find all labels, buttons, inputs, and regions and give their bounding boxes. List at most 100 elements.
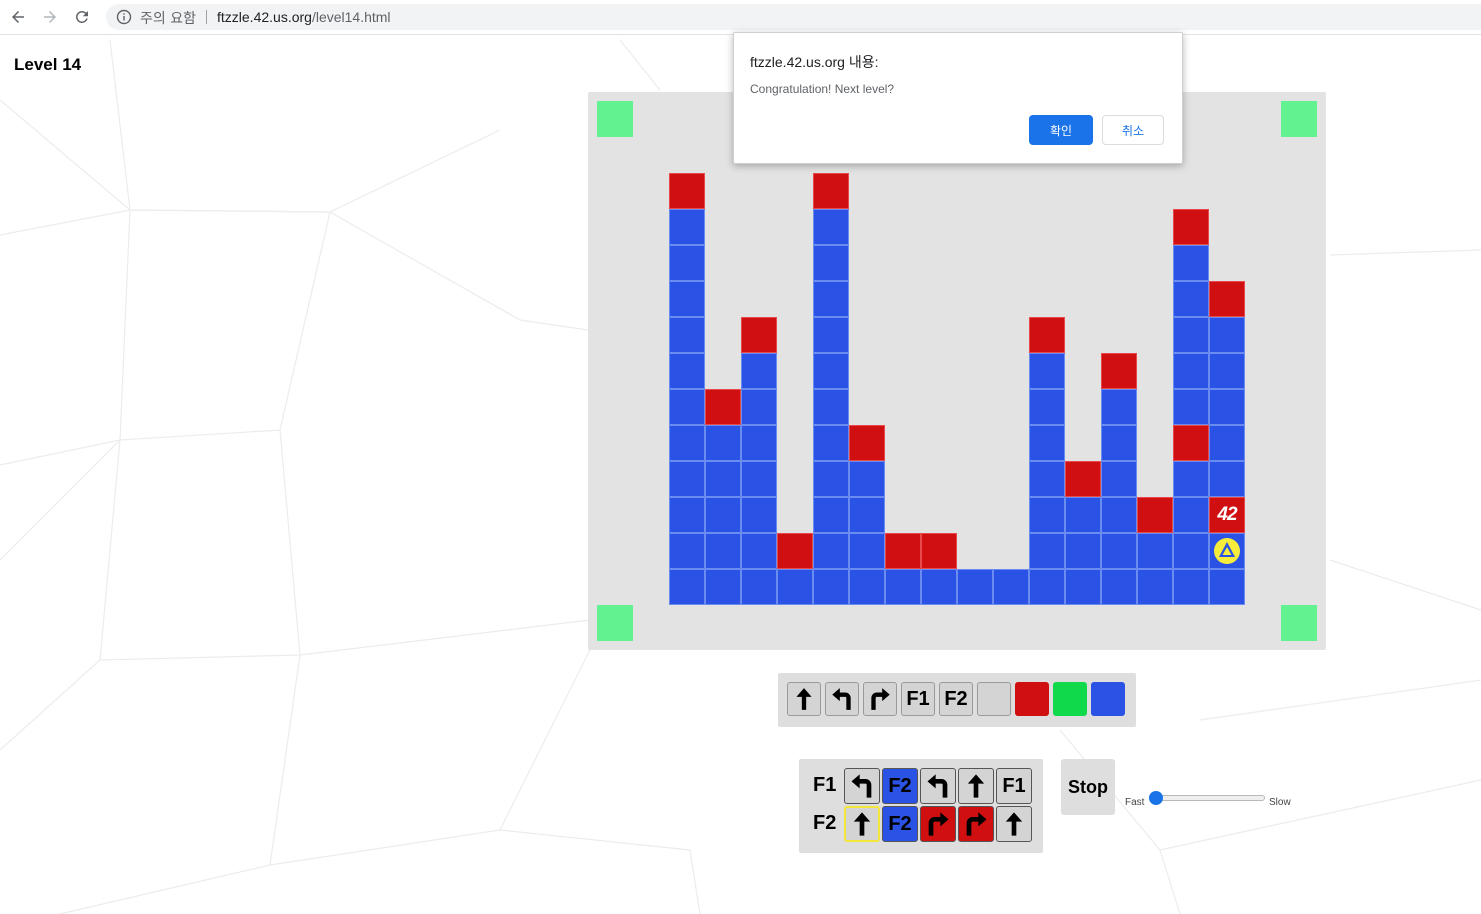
board-tile-empty: [885, 317, 921, 353]
board-tile-empty: [993, 317, 1029, 353]
board-tile-empty: [993, 389, 1029, 425]
alert-dialog: ftzzle.42.us.org 내용: Congratulation! Nex…: [733, 32, 1183, 164]
board-tile-empty: [993, 209, 1029, 245]
address-bar[interactable]: 주의 요함 ftzzle.42.us.org/level14.html: [106, 4, 1481, 30]
back-button[interactable]: [7, 6, 29, 28]
board-tile-empty: [921, 173, 957, 209]
board-tile-blue: [1209, 353, 1245, 389]
board-tile-empty: [885, 389, 921, 425]
board-tile-blue: [741, 533, 777, 569]
palette-f2-button[interactable]: F2: [939, 682, 973, 716]
board-tile-blue: [1173, 497, 1209, 533]
board-tile-empty: [1101, 281, 1137, 317]
board-tile-empty: [1137, 389, 1173, 425]
cancel-button[interactable]: 취소: [1102, 115, 1164, 145]
board-tile-blue: [741, 569, 777, 605]
program-slot-f1-2[interactable]: F2: [882, 768, 918, 804]
board-tile-empty: [993, 173, 1029, 209]
omnibox-divider: [206, 10, 207, 24]
board-tile-empty: [957, 281, 993, 317]
board-tile-empty: [993, 497, 1029, 533]
security-label: 주의 요함: [140, 11, 196, 27]
program-slot-f1-5[interactable]: F1: [996, 768, 1032, 804]
board-tile-blue: [741, 425, 777, 461]
ok-button[interactable]: 확인: [1029, 115, 1093, 145]
palette-arrow-up-button[interactable]: [787, 682, 821, 716]
board-tile-empty: [1065, 425, 1101, 461]
board-tile-empty: [885, 425, 921, 461]
board-tile-empty: [777, 209, 813, 245]
board-tile-empty: [777, 497, 813, 533]
program-slot-f2-2[interactable]: F2: [882, 806, 918, 842]
board-tile-empty: [1101, 173, 1137, 209]
board-tile-empty: [957, 317, 993, 353]
palette-turn-left-button[interactable]: [825, 682, 859, 716]
stop-button[interactable]: Stop: [1061, 759, 1115, 815]
board-tile-blue: [1173, 317, 1209, 353]
palette-color-green-button[interactable]: [1053, 682, 1087, 716]
board-tile-empty: [705, 245, 741, 281]
board-tile-red: [669, 173, 705, 209]
board-tile-empty: [885, 173, 921, 209]
board-tile-blue: [849, 497, 885, 533]
program-slot-f2-1[interactable]: [844, 806, 880, 842]
board-tile-empty: [1029, 281, 1065, 317]
board-tile-empty: [921, 389, 957, 425]
board-tile-empty: [1137, 245, 1173, 281]
program-slot-f1-4[interactable]: [958, 768, 994, 804]
board-tile-blue: [1101, 533, 1137, 569]
program-slot-f1-3[interactable]: [920, 768, 956, 804]
program-slot-f2-4[interactable]: [958, 806, 994, 842]
board-tile-blue: [1137, 533, 1173, 569]
speed-slow-label: Slow: [1269, 797, 1291, 808]
board-tile-empty: [921, 497, 957, 533]
board-tile-empty: [741, 281, 777, 317]
board-tile-blue: [813, 461, 849, 497]
speed-slider[interactable]: [1155, 795, 1265, 801]
logo-42: 42: [1217, 504, 1237, 525]
board-tile-empty: [1137, 461, 1173, 497]
board-tile-empty: [921, 461, 957, 497]
board-tile-blue: [885, 569, 921, 605]
board-tile-blue: [813, 533, 849, 569]
reload-button[interactable]: [71, 6, 93, 28]
board-tile-empty: [921, 425, 957, 461]
board-tile-blue: [1029, 533, 1065, 569]
board-tile-red: [1173, 425, 1209, 461]
url-host: ftzzle.42.us.org: [217, 9, 312, 25]
board-tile-blue: [669, 461, 705, 497]
board-tile-blue: [1065, 497, 1101, 533]
program-slot-f2-3[interactable]: [920, 806, 956, 842]
corner-marker-top-left: [597, 101, 633, 137]
board-tile-blue: [741, 461, 777, 497]
board-tile-empty: [705, 281, 741, 317]
board-tile-empty: [777, 317, 813, 353]
arrow-up-icon: [848, 810, 876, 838]
board-tile-empty: [777, 281, 813, 317]
command-palette: F1 F2: [778, 673, 1136, 727]
board-tile-empty: [1029, 245, 1065, 281]
palette-color-red-button[interactable]: [1015, 682, 1049, 716]
board-tile-blue: [669, 533, 705, 569]
board-tile-empty: [993, 533, 1029, 569]
board-tile-red: [741, 317, 777, 353]
turn-right-icon: [924, 810, 952, 838]
board-tile-empty: [1065, 173, 1101, 209]
board-tile-empty: [741, 245, 777, 281]
url-text[interactable]: ftzzle.42.us.org/level14.html: [217, 9, 391, 25]
program-slot-f1-1[interactable]: [844, 768, 880, 804]
speed-slider-thumb[interactable]: [1149, 791, 1163, 805]
board-tile-empty: [777, 389, 813, 425]
info-icon[interactable]: [116, 9, 132, 25]
board-tile-empty: [849, 353, 885, 389]
forward-button[interactable]: [39, 6, 61, 28]
palette-color-blue-button[interactable]: [1091, 682, 1125, 716]
program-slot-f2-5[interactable]: [996, 806, 1032, 842]
board-tile-blue: [741, 353, 777, 389]
palette-f1-button[interactable]: F1: [901, 682, 935, 716]
board-tile-blue: [1029, 353, 1065, 389]
palette-turn-right-button[interactable]: [863, 682, 897, 716]
palette-color-none-button[interactable]: [977, 682, 1011, 716]
turn-left-icon: [848, 772, 876, 800]
board-tile-empty: [777, 173, 813, 209]
